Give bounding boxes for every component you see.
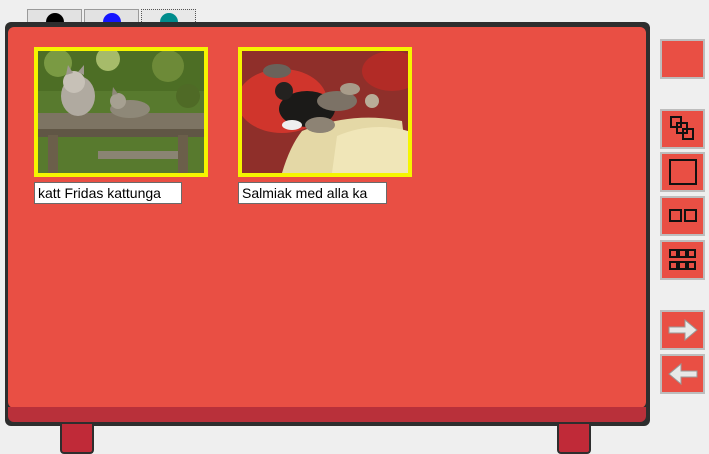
cats-on-pillow-image	[242, 51, 408, 173]
grid-icon	[668, 249, 696, 270]
photo-caption[interactable]: Salmiak med alla ka	[238, 182, 387, 204]
overlapping-squares-icon	[669, 116, 694, 140]
next-button[interactable]	[660, 310, 705, 350]
photo-thumbnail[interactable]	[238, 47, 412, 177]
single-view-button[interactable]	[660, 152, 705, 192]
single-square-icon	[668, 159, 697, 185]
color-swatch-button[interactable]	[660, 39, 705, 79]
board-ledge	[8, 407, 646, 422]
arrow-right-icon	[668, 318, 698, 342]
board-leg-right	[557, 424, 591, 454]
kittens-on-table-image	[38, 51, 204, 173]
previous-button[interactable]	[660, 354, 705, 394]
two-view-button[interactable]	[660, 196, 705, 236]
arrow-left-icon	[667, 362, 697, 386]
photo-thumbnail[interactable]	[34, 47, 208, 177]
photo-caption[interactable]: katt Fridas kattunga	[34, 182, 182, 204]
board-leg-left	[60, 424, 94, 454]
two-squares-icon	[668, 209, 697, 222]
copy-button[interactable]	[660, 109, 705, 149]
grid-view-button[interactable]	[660, 240, 705, 280]
